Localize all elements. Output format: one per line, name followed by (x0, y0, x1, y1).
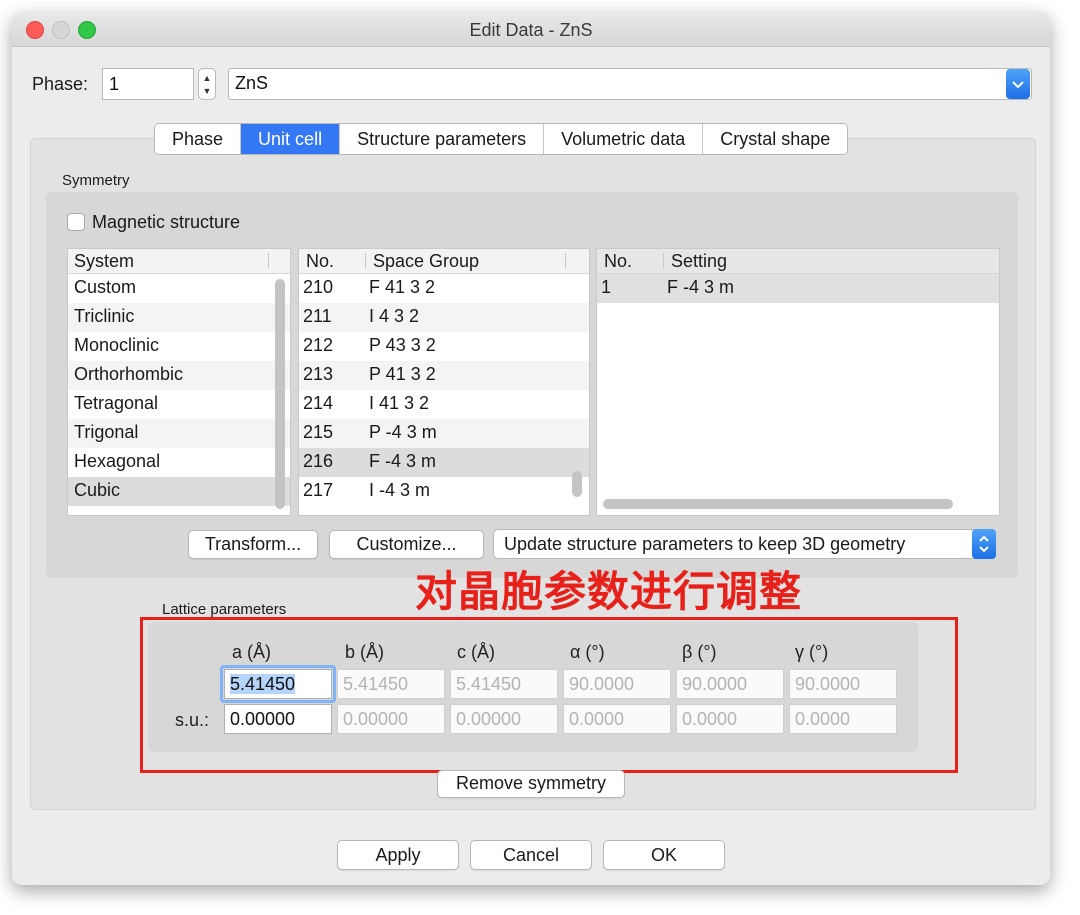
space-group-no: 217 (303, 480, 334, 500)
list-item[interactable]: Orthorhombic (68, 361, 290, 390)
column-separator (365, 253, 366, 269)
update-option-value: Update structure parameters to keep 3D g… (504, 534, 906, 554)
lattice-group-label: Lattice parameters (162, 601, 287, 618)
setting-no-header[interactable]: No. (604, 251, 632, 272)
setting-name: F -4 3 m (667, 277, 735, 297)
remove-symmetry-button[interactable]: Remove symmetry (437, 770, 625, 798)
list-item-label: Monoclinic (74, 335, 160, 355)
tab-volumetric-data[interactable]: Volumetric data (544, 124, 704, 154)
space-group-name: P -4 3 m (369, 422, 437, 442)
chevron-updown-icon (979, 535, 989, 553)
tab-bar: Phase Unit cell Structure parameters Vol… (154, 123, 849, 155)
phase-name-select[interactable]: ZnS (228, 68, 1032, 100)
table-row[interactable]: 212 P 43 3 2 (299, 332, 589, 361)
annotation-highlight-box (140, 617, 958, 773)
space-group-no: 212 (303, 335, 334, 355)
column-separator (565, 253, 566, 269)
table-row[interactable]: 217 I -4 3 m (299, 477, 589, 506)
space-group-scrollbar[interactable] (572, 471, 582, 497)
table-row-selected[interactable]: 216 F -4 3 m (299, 448, 589, 477)
space-group-list[interactable]: No. Space Group 210 F 41 3 2 211 I 4 3 2… (298, 248, 590, 516)
cancel-button[interactable]: Cancel (470, 840, 592, 870)
list-item-label: Trigonal (74, 422, 139, 442)
phase-select-arrow[interactable] (1006, 69, 1030, 99)
tab-structure-parameters[interactable]: Structure parameters (340, 124, 545, 154)
customize-button[interactable]: Customize... (329, 530, 484, 559)
table-row-selected[interactable]: 1 F -4 3 m (597, 274, 999, 303)
space-group-no: 210 (303, 277, 334, 297)
space-group-no-header[interactable]: No. (306, 251, 334, 272)
list-item[interactable]: Tetragonal (68, 390, 290, 419)
setting-name-header[interactable]: Setting (671, 251, 727, 272)
apply-button[interactable]: Apply (337, 840, 459, 870)
space-group-name: F 41 3 2 (369, 277, 436, 297)
update-option-select[interactable]: Update structure parameters to keep 3D g… (493, 529, 996, 559)
phase-label: Phase: (32, 74, 89, 94)
list-item-selected[interactable]: Cubic (68, 477, 290, 506)
ok-button[interactable]: OK (603, 840, 725, 870)
setting-list-hscrollbar[interactable] (603, 499, 953, 509)
space-group-name-header[interactable]: Space Group (373, 251, 479, 272)
list-item[interactable]: Trigonal (68, 419, 290, 448)
system-list-scrollbar[interactable] (275, 279, 285, 509)
update-option-arrow[interactable] (972, 529, 996, 559)
space-group-name: I 4 3 2 (369, 306, 420, 326)
space-group-no: 214 (303, 393, 334, 413)
magnetic-structure-label: Magnetic structure (92, 212, 241, 232)
list-item-label: Cubic (74, 480, 121, 500)
space-group-name: I 41 3 2 (369, 393, 430, 413)
list-item[interactable]: Custom (68, 274, 290, 303)
stepper-down-icon[interactable]: ▼ (199, 86, 215, 96)
symmetry-group-label: Symmetry (62, 172, 130, 189)
phase-stepper[interactable]: ▲ ▼ (198, 68, 216, 100)
table-row[interactable]: 210 F 41 3 2 (299, 274, 589, 303)
space-group-name: P 43 3 2 (369, 335, 436, 355)
space-group-no: 215 (303, 422, 334, 442)
list-item-label: Custom (74, 277, 137, 297)
system-list-header: System (68, 249, 290, 274)
space-group-no: 211 (303, 306, 332, 326)
tab-unit-cell[interactable]: Unit cell (241, 124, 341, 154)
chevron-down-icon (1012, 81, 1024, 89)
phase-name-value: ZnS (235, 73, 269, 93)
phase-number-input[interactable] (102, 68, 194, 100)
space-group-name: I -4 3 m (369, 480, 431, 500)
table-row[interactable]: 211 I 4 3 2 (299, 303, 589, 332)
setting-no: 1 (601, 277, 612, 297)
space-group-name: P 41 3 2 (369, 364, 436, 384)
list-item[interactable]: Monoclinic (68, 332, 290, 361)
space-group-no: 213 (303, 364, 334, 384)
table-row[interactable]: 215 P -4 3 m (299, 419, 589, 448)
magnetic-structure-checkbox[interactable] (67, 213, 85, 231)
space-group-no: 216 (303, 451, 334, 471)
list-item-label: Orthorhombic (74, 364, 184, 384)
setting-list-header: No. Setting (597, 249, 999, 274)
title-bar[interactable]: Edit Data - ZnS (12, 12, 1050, 47)
table-row[interactable]: 214 I 41 3 2 (299, 390, 589, 419)
system-header[interactable]: System (74, 251, 134, 272)
stepper-up-icon[interactable]: ▲ (199, 73, 215, 83)
space-group-name: F -4 3 m (369, 451, 437, 471)
list-item-label: Hexagonal (74, 451, 161, 471)
setting-list[interactable]: No. Setting 1 F -4 3 m (596, 248, 1000, 516)
list-item[interactable]: Triclinic (68, 303, 290, 332)
tab-phase[interactable]: Phase (155, 124, 242, 154)
window-title: Edit Data - ZnS (469, 20, 593, 40)
list-item[interactable]: Hexagonal (68, 448, 290, 477)
table-row[interactable]: 213 P 41 3 2 (299, 361, 589, 390)
tab-crystal-shape[interactable]: Crystal shape (703, 124, 848, 154)
annotation-text: 对晶胞参数进行调整 (415, 567, 803, 616)
list-item-label: Tetragonal (74, 393, 159, 413)
transform-button[interactable]: Transform... (188, 530, 318, 559)
column-separator (663, 253, 664, 269)
list-item-label: Triclinic (74, 306, 135, 326)
edit-data-window: Edit Data - ZnS Phase: ▲ ▼ ZnS Phase Uni… (12, 12, 1050, 885)
column-separator (268, 253, 269, 269)
system-list[interactable]: System Custom Triclinic Monoclinic Ortho… (67, 248, 291, 516)
space-group-list-header: No. Space Group (299, 249, 589, 274)
